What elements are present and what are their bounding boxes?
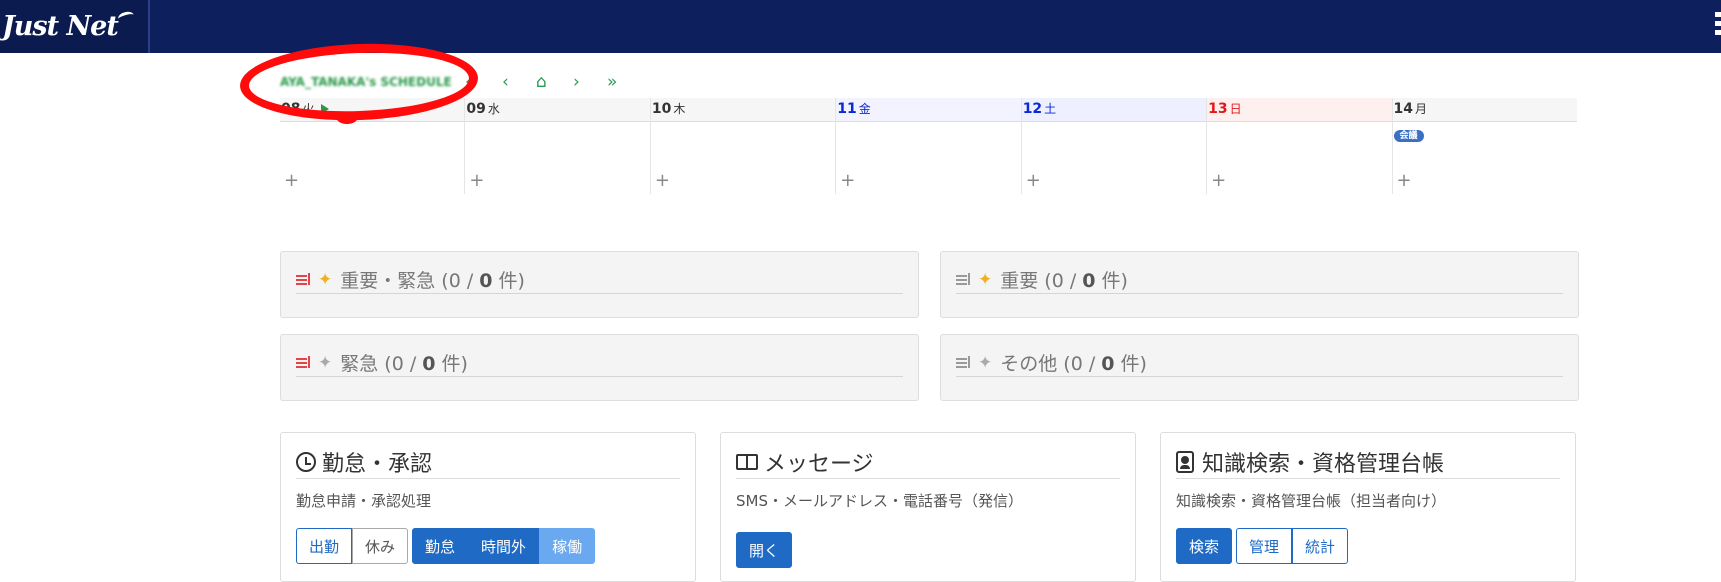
widget-title: 勤怠・承認 bbox=[296, 446, 680, 479]
add-event-button[interactable]: + bbox=[1026, 170, 1041, 191]
prev-week-icon[interactable]: « bbox=[465, 72, 475, 92]
widget-title-text: 勤怠・承認 bbox=[322, 452, 433, 477]
widget-title-text: 知識検索・資格管理台帳 bbox=[1202, 452, 1445, 477]
manage-button[interactable]: 管理 bbox=[1236, 528, 1293, 564]
attendance-button-group: 出勤 休み 勤怠 時間外 稼働 bbox=[296, 528, 596, 564]
day-header: 09 水 bbox=[465, 98, 650, 122]
day-weekday: 火 bbox=[302, 102, 315, 116]
clock-icon bbox=[296, 452, 316, 472]
sparkle-icon: ✦ bbox=[978, 352, 993, 373]
menu-icon[interactable] bbox=[1715, 12, 1721, 38]
day-weekday: 水 bbox=[487, 102, 500, 116]
task-label: 重要・緊急 (0 / 0 件) bbox=[340, 270, 525, 292]
day-column: 11 金 + bbox=[835, 98, 1021, 194]
day-column: 14 月 会議 + bbox=[1391, 98, 1577, 194]
day-number: 09 bbox=[466, 101, 486, 117]
day-number: 11 bbox=[837, 101, 857, 117]
overtime-button[interactable]: 時間外 bbox=[468, 528, 540, 564]
task-card-header: ✦ 重要 (0 / 0 件) bbox=[956, 266, 1563, 294]
weekly-schedule: AYA_TANAKA's SCHEDULE « ‹ ⌂ › » 08 火 + 09… bbox=[280, 72, 1577, 194]
next-day-icon[interactable]: › bbox=[573, 72, 580, 92]
sparkle-icon: ✦ bbox=[978, 269, 993, 290]
knowledge-widget: 知識検索・資格管理台帳 知識検索・資格管理台帳（担当者向け） 検索 管理 統計 bbox=[1160, 432, 1576, 582]
day-weekday: 土 bbox=[1044, 102, 1057, 116]
add-event-button[interactable]: + bbox=[1397, 170, 1412, 191]
open-button[interactable]: 開く bbox=[736, 532, 793, 568]
clock-in-button[interactable]: 出勤 bbox=[296, 528, 353, 564]
day-weekday: 日 bbox=[1229, 102, 1242, 116]
day-header: 13 日 bbox=[1207, 98, 1392, 122]
day-weekday: 月 bbox=[1415, 102, 1428, 116]
day-number: 13 bbox=[1208, 101, 1228, 117]
search-button[interactable]: 検索 bbox=[1176, 528, 1233, 564]
day-number: 12 bbox=[1022, 101, 1043, 117]
add-event-button[interactable]: + bbox=[469, 170, 484, 191]
task-card-header: ✦ 緊急 (0 / 0 件) bbox=[296, 349, 903, 377]
next-week-icon[interactable]: » bbox=[607, 72, 617, 92]
day-weekday: 木 bbox=[673, 102, 686, 116]
mailbox-icon bbox=[736, 454, 758, 470]
add-event-button[interactable]: + bbox=[840, 170, 855, 191]
task-label: その他 (0 / 0 件) bbox=[1000, 353, 1147, 375]
schedule-title[interactable]: AYA_TANAKA's SCHEDULE bbox=[280, 75, 452, 89]
day-header: 10 木 bbox=[650, 98, 836, 122]
day-header: 14 月 bbox=[1392, 98, 1577, 122]
task-card-important[interactable]: ✦ 重要 (0 / 0 件) bbox=[940, 251, 1579, 318]
task-label: 重要 (0 / 0 件) bbox=[1000, 270, 1128, 292]
attendance-button[interactable]: 勤怠 bbox=[412, 528, 469, 564]
sparkle-icon: ✦ bbox=[318, 352, 333, 373]
add-event-button[interactable]: + bbox=[284, 170, 299, 191]
task-list-icon bbox=[956, 355, 974, 371]
id-badge-icon bbox=[1176, 451, 1194, 473]
day-column: 08 火 + bbox=[280, 98, 465, 194]
event-badge[interactable]: 会議 bbox=[1393, 130, 1424, 142]
day-column: 09 水 + bbox=[464, 98, 650, 194]
day-number: 14 bbox=[1393, 101, 1414, 117]
justnet-logo[interactable]: Just Net bbox=[0, 0, 150, 53]
task-card-urgent[interactable]: ✦ 緊急 (0 / 0 件) bbox=[280, 334, 919, 401]
widget-description: 勤怠申請・承認処理 bbox=[296, 492, 432, 510]
top-navbar: Just Net bbox=[0, 0, 1721, 53]
home-icon[interactable]: ⌂ bbox=[536, 72, 547, 92]
day-header: 11 金 bbox=[836, 98, 1021, 122]
message-widget: メッセージ SMS・メールアドレス・電話番号（発信） 開く bbox=[720, 432, 1136, 582]
day-number: 08 bbox=[281, 101, 301, 117]
widget-description: 知識検索・資格管理台帳（担当者向け） bbox=[1176, 492, 1447, 510]
day-number: 10 bbox=[651, 101, 672, 117]
day-weekday: 金 bbox=[858, 102, 871, 116]
operation-button[interactable]: 稼働 bbox=[539, 528, 596, 564]
day-column: 10 木 + bbox=[649, 98, 836, 194]
task-list-icon bbox=[296, 355, 314, 371]
knowledge-button-group: 検索 管理 統計 bbox=[1176, 528, 1349, 564]
attendance-widget: 勤怠・承認 勤怠申請・承認処理 出勤 休み 勤怠 時間外 稼働 bbox=[280, 432, 696, 582]
widget-title-text: メッセージ bbox=[764, 452, 874, 477]
add-event-button[interactable]: + bbox=[1211, 170, 1226, 191]
statistics-button[interactable]: 統計 bbox=[1292, 528, 1349, 564]
task-card-header: ✦ 重要・緊急 (0 / 0 件) bbox=[296, 266, 903, 294]
day-header: 08 火 bbox=[280, 98, 465, 122]
widget-title: メッセージ bbox=[736, 446, 1120, 479]
logo-swoosh-icon bbox=[116, 10, 136, 24]
day-column: 13 日 + bbox=[1206, 98, 1392, 194]
widget-title: 知識検索・資格管理台帳 bbox=[1176, 446, 1560, 479]
task-card-header: ✦ その他 (0 / 0 件) bbox=[956, 349, 1563, 377]
widget-description: SMS・メールアドレス・電話番号（発信） bbox=[736, 492, 1023, 510]
message-button-group: 開く bbox=[736, 532, 793, 568]
task-list-icon bbox=[956, 272, 974, 288]
add-event-button[interactable]: + bbox=[655, 170, 670, 191]
prev-day-icon[interactable]: ‹ bbox=[502, 72, 509, 92]
day-header: 12 土 bbox=[1021, 98, 1207, 122]
logo-text: Just Net bbox=[2, 11, 119, 42]
day-column: 12 土 + bbox=[1020, 98, 1207, 194]
task-list-icon bbox=[296, 272, 314, 288]
task-card-important-urgent[interactable]: ✦ 重要・緊急 (0 / 0 件) bbox=[280, 251, 919, 318]
sparkle-icon: ✦ bbox=[318, 269, 333, 290]
leave-button[interactable]: 休み bbox=[352, 528, 409, 564]
task-card-other[interactable]: ✦ その他 (0 / 0 件) bbox=[940, 334, 1579, 401]
today-marker-icon bbox=[320, 103, 329, 114]
task-label: 緊急 (0 / 0 件) bbox=[340, 353, 468, 375]
schedule-days: 08 火 + 09 水 + 10 木 + 11 金 + 12 土 + 13 日 … bbox=[280, 98, 1577, 194]
